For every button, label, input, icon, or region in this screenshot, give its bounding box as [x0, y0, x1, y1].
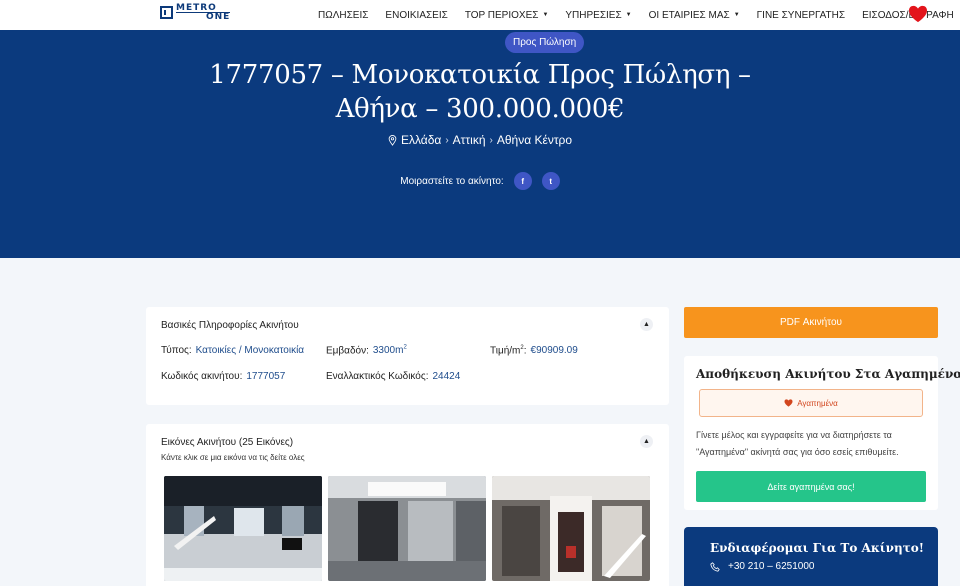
- site-logo[interactable]: METRO ONE: [160, 4, 231, 22]
- facebook-icon[interactable]: f: [513, 172, 532, 190]
- menu-item-companies[interactable]: ΟΙ ΕΤΑΙΡΙΕΣ ΜΑΣ ▼: [649, 10, 740, 21]
- area-number: 3300m: [372, 345, 404, 357]
- images-subtitle: Κάντε κλικ σε μια εικόνα να τις δείτε ολ…: [161, 453, 305, 462]
- menu-item-label: ΠΩΛΗΣΕΙΣ: [318, 9, 369, 21]
- menu-item-label: TOP ΠΕΡΙΟΧΕΣ: [464, 9, 539, 21]
- code-label: Κωδικός ακινήτου:: [161, 371, 243, 382]
- collapse-toggle-icon[interactable]: ▲: [640, 318, 653, 331]
- caret-down-icon: ▼: [625, 12, 632, 18]
- logo-mark-icon: [160, 6, 173, 19]
- page-title: 1777057 – Μονοκατοικία Προς Πώληση – Αθή…: [209, 60, 751, 124]
- price-sqm-value: €90909.09: [530, 345, 578, 357]
- menu-item-label: ΓΙΝΕ ΣΥΝΕΡΓΑΤΗΣ: [756, 9, 846, 21]
- property-image-thumbnail[interactable]: [492, 476, 650, 581]
- menu-item-sales[interactable]: ΠΩΛΗΣΕΙΣ: [318, 10, 368, 21]
- property-image-thumbnail[interactable]: [164, 476, 322, 581]
- menu-item-top-areas[interactable]: TOP ΠΕΡΙΟΧΕΣ ▼: [465, 10, 549, 21]
- phone-icon: [710, 561, 720, 572]
- menu-item-label: ΕΝΟΙΚΙΑΣΕΙΣ: [385, 9, 448, 21]
- breadcrumb-separator: ›: [445, 134, 449, 146]
- favorites-button-label: Αγαπημένα: [797, 398, 838, 408]
- area-unit-sup: 2: [403, 345, 407, 351]
- breadcrumb: Ελλάδα › Αττική › Αθήνα Κέντρο: [0, 133, 960, 147]
- area-value: 3300m2: [373, 345, 407, 356]
- property-hero: Προς Πώληση 1777057 – Μονοκατοικία Προς …: [0, 30, 960, 258]
- breadcrumb-separator: ›: [489, 134, 493, 146]
- menu-item-partner[interactable]: ΓΙΝΕ ΣΥΝΕΡΓΑΤΗΣ: [757, 10, 845, 21]
- add-to-favorites-button[interactable]: Αγαπημένα: [699, 389, 923, 417]
- view-favorites-button[interactable]: Δείτε αγαπημένα σας!: [696, 471, 926, 502]
- property-image-thumbnail[interactable]: [328, 476, 486, 581]
- phone-number: +30 210 – 6251000: [728, 561, 815, 572]
- favorites-title: Αποθήκευση Ακινήτου Στα Αγαπημένα: [696, 367, 960, 381]
- alt-code-value: 24424: [432, 371, 461, 382]
- code-value: 1777057: [246, 371, 286, 382]
- type-value: Κατοικίες / Μονοκατοικία: [195, 345, 305, 356]
- menu-item-rentals[interactable]: ΕΝΟΙΚΙΑΣΕΙΣ: [385, 10, 447, 21]
- favorites-description: Γίνετε μέλος και εγγραφείτε για να διατη…: [696, 430, 899, 457]
- breadcrumb-region[interactable]: Αττική: [453, 133, 486, 147]
- menu-item-label: ΥΠΗΡΕΣΙΕΣ: [565, 9, 622, 21]
- type-row: Τύπος: Κατοικίες / Μονοκατοικία: [161, 345, 304, 356]
- price-sqm-colon: :: [523, 345, 527, 357]
- heart-icon: [784, 399, 793, 407]
- location-pin-icon: [388, 134, 397, 146]
- interest-card: Ενδιαφέρομαι Για Το Ακίνητο! +30 210 – 6…: [684, 527, 938, 586]
- price-sqm-label: Τιμή/m: [490, 345, 521, 357]
- share-bar: Μοιραστείτε το ακίνητο: f t: [0, 172, 960, 190]
- menu-item-label: ΟΙ ΕΤΑΙΡΙΕΣ ΜΑΣ: [648, 9, 730, 21]
- top-navbar: METRO ONE ΠΩΛΗΣΕΙΣ ΕΝΟΙΚΙΑΣΕΙΣ TOP ΠΕΡΙΟ…: [0, 0, 960, 30]
- logo-text-bottom: ONE: [176, 12, 231, 22]
- basic-info-card: Βασικές Πληροφορίες Ακινήτου ▲ Τύπος: Κατ…: [146, 307, 669, 405]
- caret-down-icon: ▼: [733, 12, 740, 18]
- caret-down-icon: ▼: [542, 12, 549, 18]
- menu-item-services[interactable]: ΥΠΗΡΕΣΙΕΣ ▼: [565, 10, 631, 21]
- interest-title: Ενδιαφέρομαι Για Το Ακίνητο!: [710, 541, 925, 555]
- breadcrumb-area[interactable]: Αθήνα Κέντρο: [497, 133, 572, 147]
- contact-phone[interactable]: +30 210 – 6251000: [710, 561, 814, 572]
- heart-icon[interactable]: [908, 5, 928, 23]
- favorites-card: Αποθήκευση Ακινήτου Στα Αγαπημένα Αγαπημ…: [684, 356, 960, 510]
- area-label: Εμβαδόν:: [326, 345, 369, 357]
- code-row: Κωδικός ακινήτου: 1777057: [161, 371, 285, 382]
- type-label: Τύπος:: [161, 345, 192, 356]
- area-row: Εμβαδόν: 3300m2: [326, 345, 407, 356]
- price-sqm-row: Τιμή/m2: €90909.09: [490, 345, 578, 356]
- share-label: Μοιραστείτε το ακίνητο:: [400, 175, 504, 187]
- images-card: Εικόνες Ακινήτου (25 Εικόνες) Κάντε κλικ…: [146, 424, 669, 586]
- alt-code-label: Εναλλακτικός Κωδικός:: [326, 371, 429, 382]
- breadcrumb-country[interactable]: Ελλάδα: [401, 133, 441, 147]
- main-menu: ΠΩΛΗΣΕΙΣ ΕΝΟΙΚΙΑΣΕΙΣ TOP ΠΕΡΙΟΧΕΣ ▼ ΥΠΗΡΕ…: [318, 0, 960, 30]
- collapse-toggle-icon[interactable]: ▲: [640, 435, 653, 448]
- alt-code-row: Εναλλακτικός Κωδικός: 24424: [326, 371, 460, 382]
- pdf-download-button[interactable]: PDF Ακινήτου: [684, 307, 938, 338]
- status-badge: Προς Πώληση: [505, 32, 585, 53]
- basic-info-title: Βασικές Πληροφορίες Ακινήτου: [161, 320, 299, 331]
- images-title: Εικόνες Ακινήτου (25 Εικόνες): [161, 437, 294, 448]
- twitter-icon[interactable]: t: [541, 172, 560, 190]
